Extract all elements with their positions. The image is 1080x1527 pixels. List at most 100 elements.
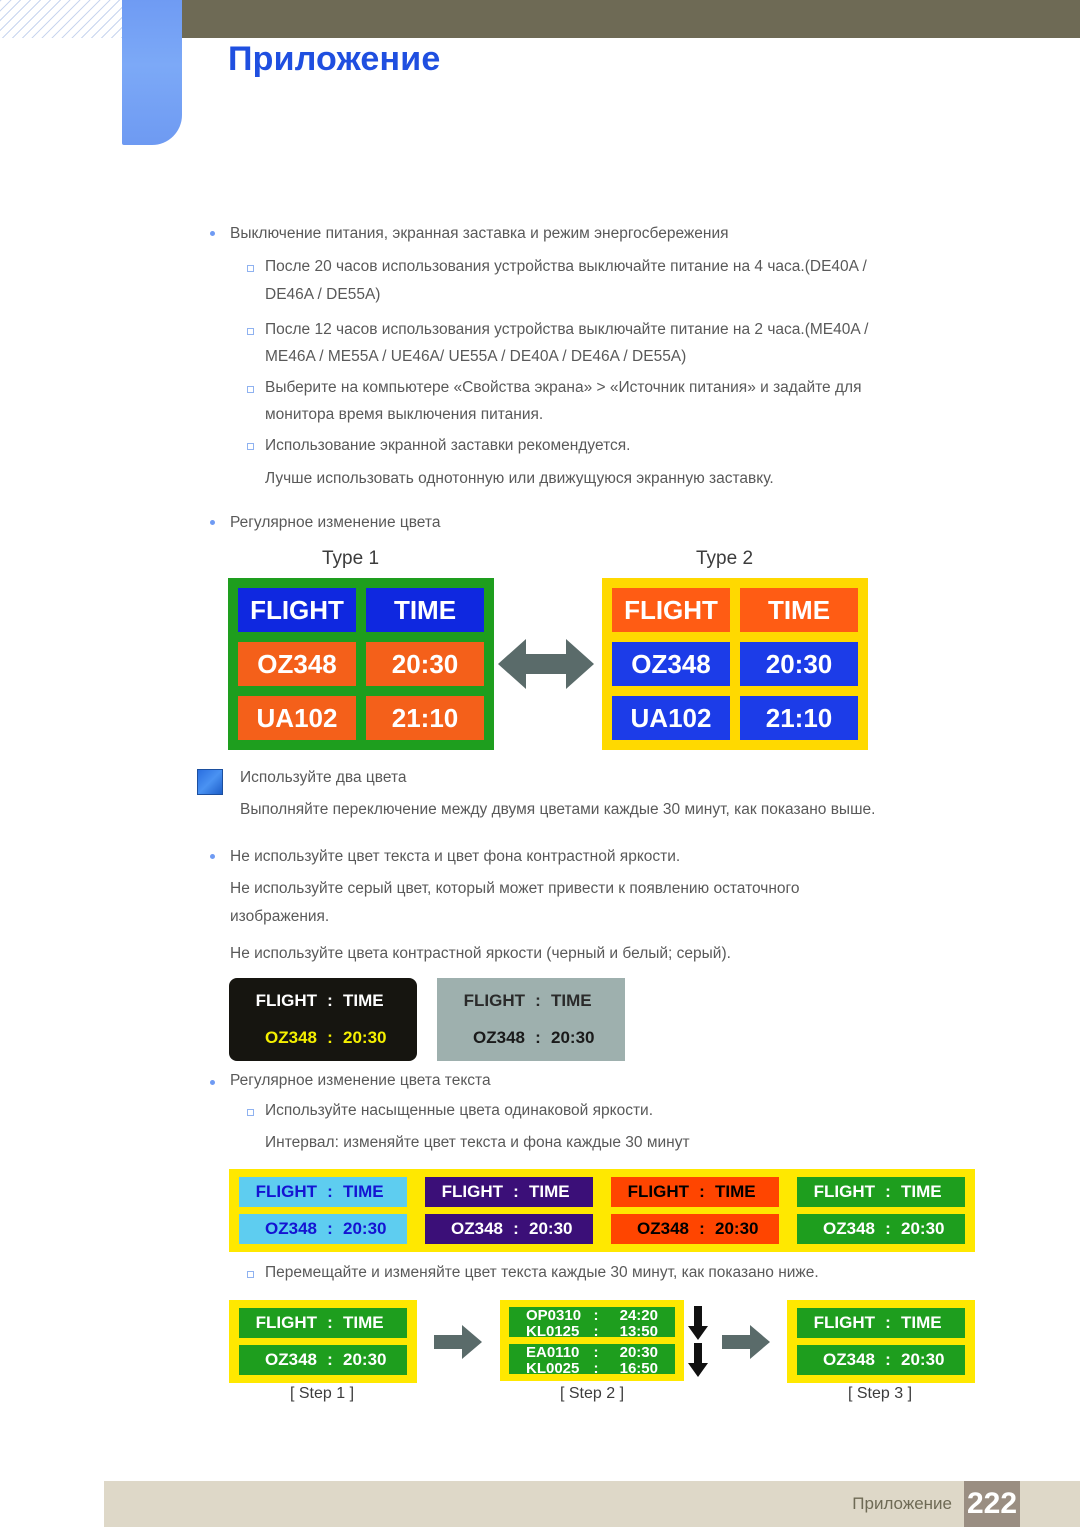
value-time: 20:30 — [715, 1219, 759, 1238]
board-row-header: FLIGHT TIME — [612, 588, 858, 632]
label-flight: FLIGHT — [463, 991, 525, 1010]
right-arrow-icon-2 — [722, 1325, 770, 1364]
board-line-data: OZ348 : 20:30 — [447, 1023, 615, 1053]
board-row-header: FLIGHT TIME — [238, 588, 484, 632]
label-time: TIME — [901, 1313, 942, 1332]
colon-separator: : — [327, 1350, 333, 1369]
cell-ua102: UA102 — [612, 696, 730, 740]
label-time: TIME — [343, 991, 384, 1010]
scroll-flight: KL0025 — [526, 1359, 580, 1375]
colon-separator: : — [699, 1219, 705, 1238]
colon-separator: : — [593, 1322, 599, 1338]
colon-separator: : — [513, 1219, 519, 1238]
board-line-data: OZ348 : 20:30 — [239, 1023, 407, 1053]
bullet-square-4 — [247, 443, 254, 450]
cell-time-header: TIME — [366, 588, 484, 632]
down-arrow-icon-2 — [688, 1343, 708, 1382]
value-time: 20:30 — [529, 1219, 573, 1238]
value-flight: OZ348 — [473, 1028, 525, 1047]
colon-separator: : — [327, 991, 333, 1010]
scroll-time: 13:50 — [619, 1322, 658, 1338]
cell-oz348: OZ348 — [238, 642, 356, 686]
label-flight: FLIGHT — [255, 1182, 317, 1201]
scroll-window-top: OP0310 : 24:20 KL0125 : 13:50 — [509, 1307, 675, 1337]
board-row-oz348: OZ348 20:30 — [612, 642, 858, 686]
board-row-oz348: OZ348 20:30 — [238, 642, 484, 686]
body-line-s6: Перемещайте и изменяйте цвет текста кажд… — [265, 1264, 819, 1281]
value-time: 20:30 — [901, 1219, 945, 1238]
value-time: 20:30 — [343, 1028, 387, 1047]
header-blue-tab — [122, 0, 182, 145]
label-time: TIME — [715, 1182, 756, 1201]
colon-separator: : — [885, 1350, 891, 1369]
bullet-dot-3 — [210, 854, 215, 859]
purple-board: FLIGHT : TIME OZ348 : 20:30 — [415, 1169, 603, 1252]
value-flight: OZ348 — [265, 1350, 317, 1369]
body-line-s2: После 12 часов использования устройства … — [265, 321, 869, 338]
bullet-dot-4 — [210, 1080, 215, 1085]
cell-flight-header: FLIGHT — [612, 588, 730, 632]
body-line-s1b: DE46A / DE55A) — [265, 286, 381, 303]
step2-caption: [ Step 2 ] — [559, 1385, 625, 1402]
type1-label: Type 1 — [322, 548, 380, 569]
board-line-data: OZ348 : 20:30 — [425, 1214, 593, 1244]
cell-oz348-time: 20:30 — [740, 642, 858, 686]
scroll-row-2: KL0125 : 13:50 — [509, 1321, 675, 1338]
colon-separator: : — [699, 1182, 705, 1201]
body-line-s3: Выберите на компьютере «Свойства экрана»… — [265, 379, 862, 396]
body-line-s5b: Интервал: изменяйте цвет текста и фона к… — [265, 1134, 690, 1151]
body-line-b3: Не используйте цвет текста и цвет фона к… — [230, 848, 681, 865]
colon-separator: : — [327, 1028, 333, 1047]
header-bar — [178, 0, 1080, 38]
black-board: FLIGHT : TIME OZ348 : 20:30 — [229, 978, 417, 1061]
double-arrow-icon — [498, 633, 594, 700]
orange-board: FLIGHT : TIME OZ348 : 20:30 — [601, 1169, 789, 1252]
body-line-s1: После 20 часов использования устройства … — [265, 258, 867, 275]
label-time: TIME — [529, 1182, 570, 1201]
body-line-b1: Выключение питания, экранная заставка и … — [230, 225, 729, 242]
body-line-s4b: Лучше использовать однотонную или движущ… — [265, 470, 774, 487]
bullet-square-1 — [247, 265, 254, 272]
scroll-time: 16:50 — [619, 1359, 658, 1375]
header-hatch-decoration — [0, 0, 122, 38]
step3-board: FLIGHT : TIME OZ348 : 20:30 — [787, 1300, 975, 1383]
board-line-data: OZ348 : 20:30 — [797, 1214, 965, 1244]
type2-label: Type 2 — [696, 548, 754, 569]
board-line-data: OZ348 : 20:30 — [797, 1345, 965, 1375]
bullet-square-2 — [247, 328, 254, 335]
bullet-dot-2 — [210, 520, 215, 525]
colon-separator: : — [327, 1219, 333, 1238]
body-line-b3c: Не используйте цвета контрастной яркости… — [230, 945, 731, 962]
label-flight: FLIGHT — [627, 1182, 689, 1201]
colon-separator: : — [535, 991, 541, 1010]
label-flight: FLIGHT — [813, 1182, 875, 1201]
value-time: 20:30 — [551, 1028, 595, 1047]
page-root: Приложение Выключение питания, экранная … — [0, 0, 1080, 1527]
value-flight: OZ348 — [451, 1219, 503, 1238]
flight-board-type1: FLIGHT TIME OZ348 20:30 UA102 21:10 — [228, 578, 494, 750]
board-line-data: OZ348 : 20:30 — [239, 1214, 407, 1244]
colon-separator: : — [885, 1313, 891, 1332]
label-time: TIME — [343, 1313, 384, 1332]
body-line-b3b: изображения. — [230, 908, 330, 925]
label-time: TIME — [343, 1182, 384, 1201]
cell-oz348: OZ348 — [612, 642, 730, 686]
cell-time-header: TIME — [740, 588, 858, 632]
cell-oz348-time: 20:30 — [366, 642, 484, 686]
colon-separator: : — [513, 1182, 519, 1201]
step1-board: FLIGHT : TIME OZ348 : 20:30 — [229, 1300, 417, 1383]
cell-flight-header: FLIGHT — [238, 588, 356, 632]
note-line-1: Используйте два цвета — [240, 769, 407, 786]
board-line-header: FLIGHT : TIME — [611, 1177, 779, 1207]
body-line-s5: Используйте насыщенные цвета одинаковой … — [265, 1102, 654, 1119]
colon-separator: : — [885, 1219, 891, 1238]
cyan-board: FLIGHT : TIME OZ348 : 20:30 — [229, 1169, 417, 1252]
board-line-header: FLIGHT : TIME — [239, 1177, 407, 1207]
board-line-header: FLIGHT : TIME — [447, 986, 615, 1016]
step3-caption: [ Step 3 ] — [847, 1385, 913, 1402]
bullet-square-3 — [247, 386, 254, 393]
value-time: 20:30 — [343, 1219, 387, 1238]
label-flight: FLIGHT — [255, 1313, 317, 1332]
flight-board-type2: FLIGHT TIME OZ348 20:30 UA102 21:10 — [602, 578, 868, 750]
bullet-dot-1 — [210, 231, 215, 236]
